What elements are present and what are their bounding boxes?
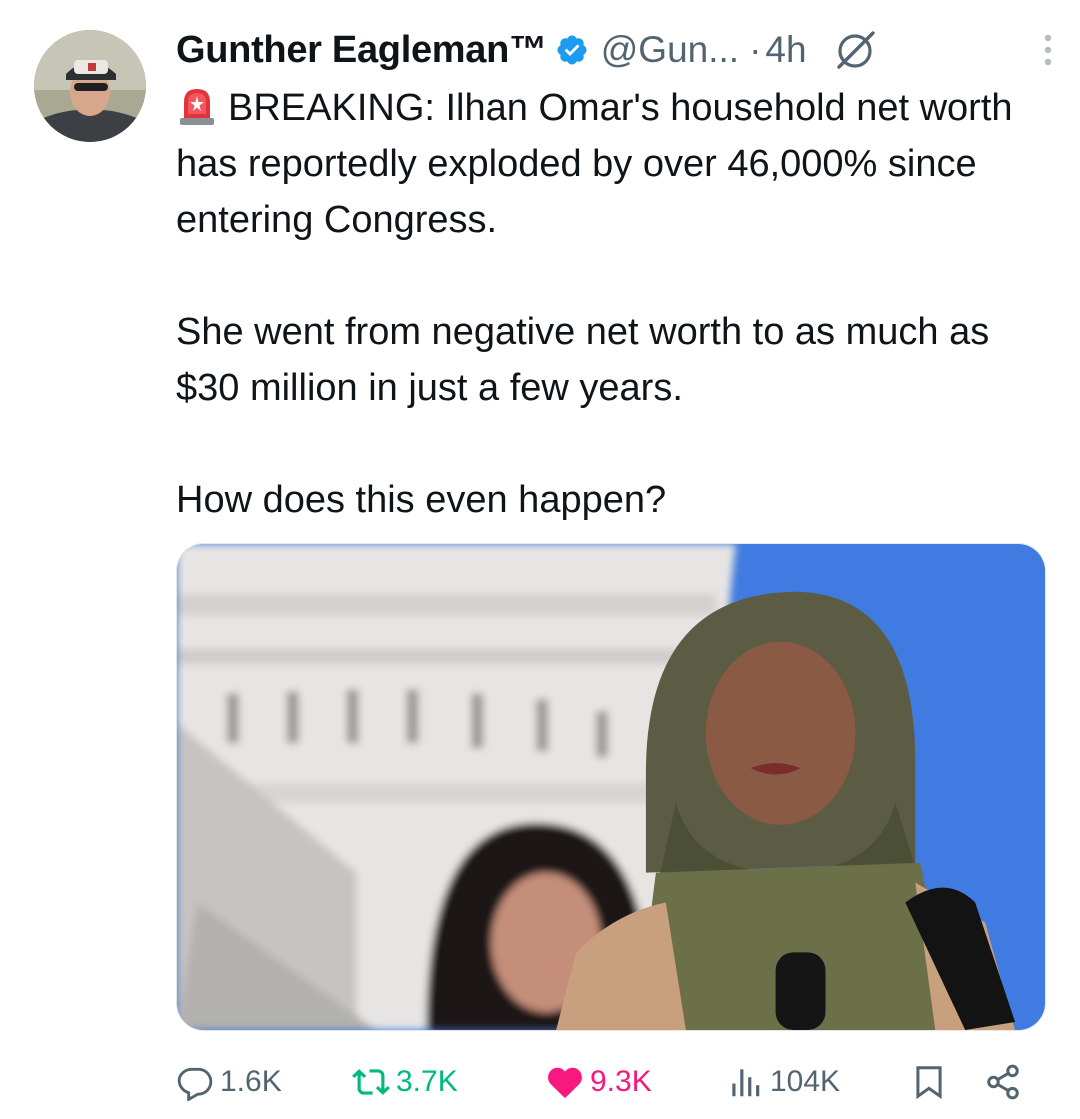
- tweet-paragraph-2: She went from negative net worth to as m…: [176, 311, 990, 409]
- tweet-actions: 1.6K 3.7K 9.3K 104K: [176, 1056, 1046, 1108]
- share-button[interactable]: [984, 1063, 1028, 1101]
- author-handle[interactable]: @Gun...: [601, 29, 739, 71]
- more-options-icon[interactable]: [1040, 30, 1056, 70]
- retweet-button[interactable]: 3.7K: [352, 1063, 458, 1101]
- post-time[interactable]: 4h: [765, 29, 806, 71]
- tweet-paragraph-3: How does this even happen?: [176, 479, 667, 521]
- grok-icon[interactable]: [833, 27, 879, 73]
- views-count: 104K: [770, 1065, 841, 1098]
- separator-dot: ·: [749, 29, 762, 70]
- reply-count: 1.6K: [220, 1065, 282, 1098]
- retweet-icon: [352, 1069, 390, 1095]
- profile-photo: [34, 30, 146, 142]
- like-count: 9.3K: [590, 1065, 652, 1098]
- reply-icon: [177, 1067, 213, 1101]
- like-button[interactable]: 9.3K: [546, 1063, 652, 1101]
- views-button[interactable]: 104K: [726, 1063, 840, 1101]
- heart-icon: [548, 1067, 582, 1099]
- tweet-paragraph-1: BREAKING: Ilhan Omar's household net wor…: [176, 80, 1056, 248]
- bookmark-button[interactable]: [910, 1063, 954, 1101]
- reply-button[interactable]: 1.6K: [176, 1063, 282, 1101]
- bookmark-icon: [916, 1066, 942, 1100]
- retweet-count: 3.7K: [396, 1065, 458, 1098]
- tweet-header: Gunther Eagleman™ @Gun... · 4h: [176, 22, 1056, 78]
- avatar[interactable]: [34, 30, 146, 142]
- tweet-paragraph-1-text: BREAKING: Ilhan Omar's household net wor…: [176, 87, 1013, 241]
- author-name[interactable]: Gunther Eagleman™: [176, 29, 547, 72]
- tweet-image[interactable]: [176, 543, 1046, 1031]
- share-icon: [987, 1064, 1019, 1100]
- police-light-emoji: [180, 89, 214, 125]
- photo-capitol-speaker: [177, 544, 1045, 1030]
- tweet-text: BREAKING: Ilhan Omar's household net wor…: [176, 80, 1056, 528]
- views-bar-chart-icon: [732, 1069, 760, 1097]
- verified-badge-icon: [557, 35, 587, 65]
